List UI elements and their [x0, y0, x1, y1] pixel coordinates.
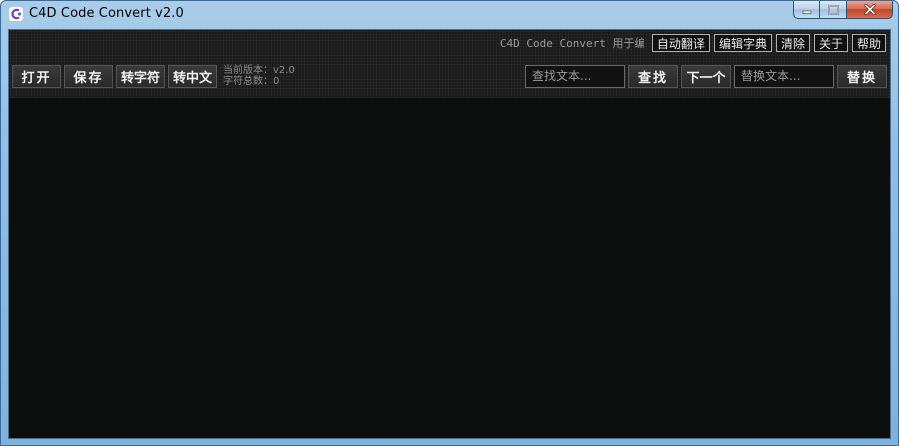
char-count-label: 字符总数：0 — [223, 76, 280, 87]
find-next-button[interactable]: 下一个 — [681, 64, 731, 88]
close-icon — [863, 4, 876, 15]
about-button[interactable]: 关于 — [813, 34, 848, 52]
minimize-icon — [802, 10, 811, 14]
app-logo-icon — [9, 7, 23, 21]
file-actions-row: 打开 保存 转字符 转中文 当前版本：v2.0 字符总数：0 — [12, 64, 295, 88]
open-button[interactable]: 打开 — [12, 64, 61, 88]
replace-input[interactable] — [734, 64, 834, 88]
app-window: C4D Code Convert v2.0 C4D Code Convert 用… — [0, 0, 899, 446]
auto-translate-button[interactable]: 自动翻译 — [651, 34, 710, 52]
replace-button[interactable]: 替换 — [837, 64, 887, 88]
save-button[interactable]: 保存 — [64, 64, 113, 88]
minimize-button[interactable] — [793, 1, 820, 19]
find-button[interactable]: 查找 — [628, 64, 678, 88]
toolbar: C4D Code Convert 用于编辑 自动翻译 编辑字典 清除 关于 帮助… — [9, 30, 890, 98]
title-bar[interactable]: C4D Code Convert v2.0 — [1, 1, 898, 28]
find-input[interactable] — [525, 64, 625, 88]
clear-button[interactable]: 清除 — [775, 34, 810, 52]
maximize-icon — [827, 4, 839, 15]
window-title: C4D Code Convert v2.0 — [29, 6, 184, 21]
convert-to-chinese-button[interactable]: 转中文 — [168, 64, 217, 88]
edit-dictionary-button[interactable]: 编辑字典 — [713, 34, 772, 52]
version-label: 当前版本：v2.0 — [223, 65, 295, 76]
caption-buttons — [793, 1, 893, 21]
app-tagline: C4D Code Convert 用于编辑 — [499, 37, 644, 50]
convert-to-chars-button[interactable]: 转字符 — [116, 64, 165, 88]
status-info: 当前版本：v2.0 字符总数：0 — [223, 65, 295, 87]
client-area: C4D Code Convert 用于编辑 自动翻译 编辑字典 清除 关于 帮助… — [8, 29, 891, 439]
close-button[interactable] — [847, 1, 893, 19]
top-menu-row: C4D Code Convert 用于编辑 自动翻译 编辑字典 清除 关于 帮助 — [500, 33, 886, 53]
help-button[interactable]: 帮助 — [851, 34, 886, 52]
code-editor[interactable] — [9, 98, 890, 438]
maximize-button[interactable] — [820, 1, 847, 19]
search-replace-row: 查找 下一个 替换 — [525, 64, 887, 88]
